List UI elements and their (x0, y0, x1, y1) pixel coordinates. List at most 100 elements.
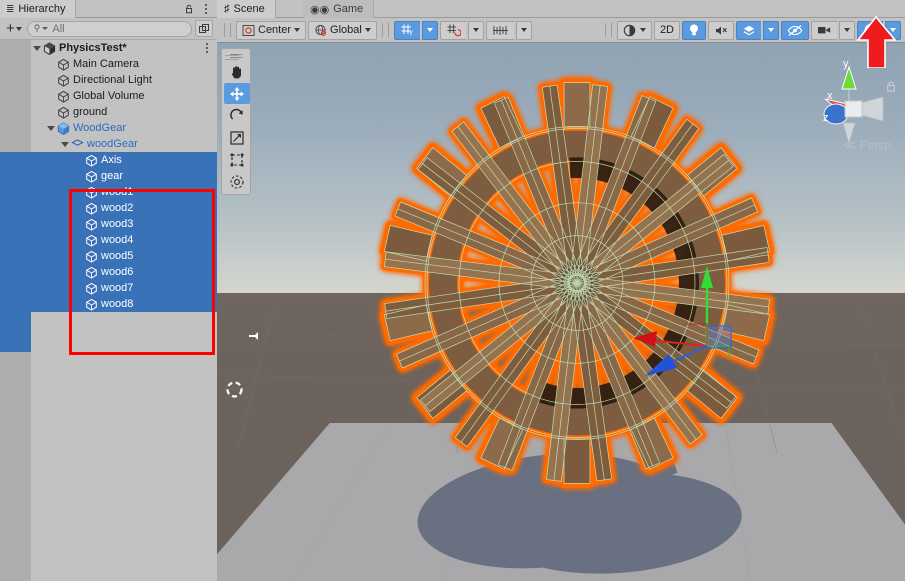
hierarchy-row-label: WoodGear (73, 122, 126, 134)
gizmo-x-axis[interactable] (633, 331, 708, 347)
hierarchy-row-label: wood6 (101, 266, 134, 278)
hierarchy-row-wood3[interactable]: wood3 (0, 216, 217, 232)
hierarchy-row-label: woodGear (87, 138, 138, 150)
nav-z-axis[interactable]: z (823, 103, 849, 125)
grid-visibility-button[interactable]: Y (393, 20, 420, 40)
scene-fx-button[interactable] (736, 20, 761, 40)
tab-game[interactable]: ◉◉ Game (303, 0, 375, 18)
scene-lighting-button[interactable] (682, 20, 706, 40)
rotate-tool-button[interactable] (224, 105, 250, 126)
search-icon: ⚲ (33, 23, 41, 33)
scene-camera-button[interactable] (811, 20, 837, 40)
row-menu-icon[interactable] (203, 41, 211, 55)
gameobject-icon (86, 154, 97, 167)
hierarchy-row-label: Axis (101, 154, 122, 166)
chevron-down-icon (472, 28, 479, 32)
draw-mode-button[interactable] (616, 20, 652, 40)
snap-dropdown-button[interactable] (467, 20, 484, 40)
perspective-label[interactable]: ≪ Persp (843, 137, 891, 153)
hierarchy-row-wood5[interactable]: wood5 (0, 248, 217, 264)
scale-tool-button[interactable] (224, 127, 250, 148)
transform-tool-button[interactable] (224, 171, 250, 192)
foldout-expanded-icon[interactable] (45, 125, 57, 131)
hierarchy-row-global volume[interactable]: Global Volume (0, 88, 217, 104)
hierarchy-tree[interactable]: PhysicsTest* Main Camera Directional Light… (0, 40, 217, 581)
grid-size-dropdown-button[interactable] (515, 20, 532, 40)
hierarchy-panel: ≣ Hierarchy + ⚲ All PhysicsTest* Main Ca… (0, 0, 217, 581)
nav-center-cube[interactable] (844, 100, 863, 118)
hierarchy-row-wood1[interactable]: wood1 (0, 184, 217, 200)
search-input[interactable]: ⚲ All (26, 20, 192, 37)
snap-toggle-button[interactable] (439, 20, 466, 40)
rect-tool-button[interactable] (224, 149, 250, 170)
scene-panel: ♯ Scene ◉◉ Game Center Global Y 2D y x z… (217, 0, 905, 581)
gameobject-icon (86, 202, 97, 215)
open-in-new-icon[interactable] (195, 20, 213, 37)
nav-lock-icon[interactable] (885, 80, 897, 96)
hierarchy-row-wood2[interactable]: wood2 (0, 200, 217, 216)
chevron-down-icon (520, 28, 527, 32)
move-tool-button[interactable] (224, 83, 250, 104)
toggle-2d-button[interactable]: 2D (653, 20, 680, 40)
scene-visibility-icon (787, 24, 803, 36)
hierarchy-row-wood6[interactable]: wood6 (0, 264, 217, 280)
scene-icon (43, 41, 56, 55)
hierarchy-row-label: wood1 (101, 186, 134, 198)
directional-light-gizmo[interactable] (245, 330, 263, 349)
hierarchy-row-main camera[interactable]: Main Camera (0, 56, 217, 72)
scene-fx-dropdown-button[interactable] (763, 20, 779, 40)
move-arrows-icon (230, 86, 244, 101)
hierarchy-row-woodgear[interactable]: woodGear (0, 136, 217, 152)
grid-size-button[interactable] (485, 20, 514, 40)
gizmo-xz-plane[interactable] (685, 323, 708, 346)
scene-viewport[interactable]: y x z ≪ Persp (217, 43, 905, 581)
hierarchy-row-physicstest[interactable]: PhysicsTest* (0, 40, 217, 56)
hierarchy-list-icon: ≣ (6, 3, 15, 15)
hierarchy-row-label: wood2 (101, 202, 134, 214)
gameobject-icon (86, 186, 97, 199)
toggle-2d-label: 2D (659, 24, 674, 36)
foldout-expanded-icon[interactable] (31, 45, 43, 51)
scene-tools-panel (221, 48, 251, 195)
hand-tool-button[interactable] (224, 61, 250, 82)
toolbar-separator (381, 23, 389, 37)
foldout-expanded-icon[interactable] (59, 141, 71, 147)
hierarchy-menu-icon[interactable] (201, 2, 211, 16)
volume-gizmo-icon (226, 381, 243, 398)
nav-y-axis[interactable]: y (841, 58, 857, 107)
chevron-down-icon (294, 28, 301, 32)
lock-open-icon[interactable] (183, 3, 195, 15)
pivot-mode-button[interactable]: Center (236, 20, 307, 40)
handle-space-button[interactable]: Global (308, 20, 377, 40)
move-gizmo[interactable] (617, 248, 777, 393)
grid-snap-icon (447, 24, 461, 37)
hierarchy-row-wood7[interactable]: wood7 (0, 280, 217, 296)
scene-tabbar: ♯ Scene ◉◉ Game (217, 0, 905, 18)
gizmo-z-axis[interactable] (645, 345, 708, 376)
hierarchy-row-gear[interactable]: gear (0, 168, 217, 184)
scene-audio-button[interactable] (708, 20, 734, 40)
hierarchy-row-directional light[interactable]: Directional Light (0, 72, 217, 88)
gizmo-xy-plane[interactable] (706, 325, 732, 349)
nav-neg-x-axis[interactable] (860, 96, 884, 122)
hierarchy-row-ground[interactable]: ground (0, 104, 217, 120)
plus-icon: + (6, 20, 15, 37)
tab-hierarchy[interactable]: ≣ Hierarchy (0, 0, 77, 18)
add-gameobject-button[interactable]: + (4, 20, 24, 38)
tab-scene[interactable]: ♯ Scene (217, 0, 276, 18)
search-dropdown-icon (42, 27, 49, 30)
chevron-down-icon (426, 28, 433, 32)
annotation-arrow (856, 16, 897, 68)
hierarchy-row-wood4[interactable]: wood4 (0, 232, 217, 248)
nav-x-label: x (827, 90, 833, 102)
grid-dropdown-button[interactable] (421, 20, 438, 40)
hierarchy-row-axis[interactable]: Axis (0, 152, 217, 168)
global-volume-gizmo[interactable] (226, 381, 243, 401)
nav-drag-handle[interactable] (225, 55, 827, 63)
scene-camera-dropdown-button[interactable] (839, 20, 855, 40)
gameobject-icon (86, 266, 97, 279)
svg-text:Y: Y (408, 31, 413, 37)
hierarchy-row-wood8[interactable]: wood8 (0, 296, 217, 312)
scene-visibility-button[interactable] (781, 20, 809, 40)
hierarchy-row-woodgear[interactable]: WoodGear (0, 120, 217, 136)
